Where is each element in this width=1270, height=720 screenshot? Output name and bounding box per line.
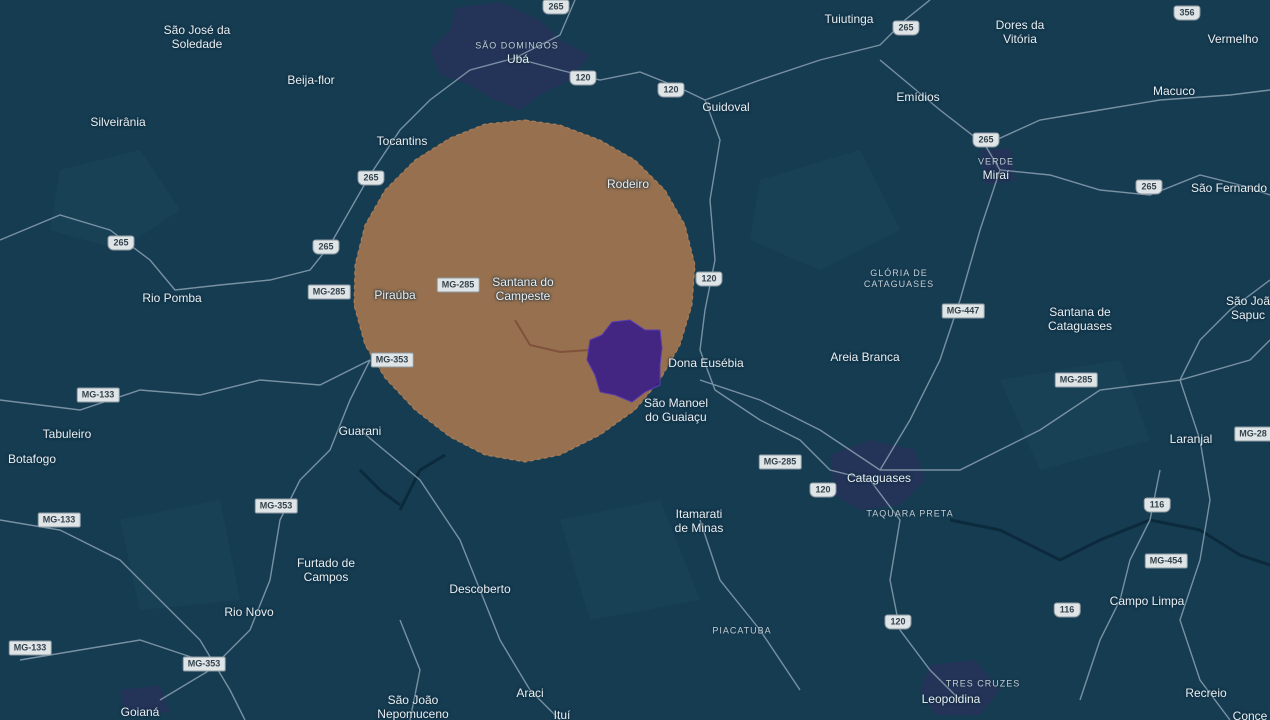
water-bodies [358, 453, 1270, 567]
place-label[interactable]: Rio Pomba [142, 291, 201, 305]
road-shield: 265 [542, 0, 570, 15]
road-shield: 116 [1053, 602, 1081, 618]
place-label[interactable]: Recreio [1185, 686, 1226, 700]
place-label[interactable]: Araci [516, 686, 543, 700]
district-label[interactable]: SÃO DOMINGOS [475, 41, 559, 52]
place-label[interactable]: São Joã Sapuc [1226, 294, 1270, 322]
place-label[interactable]: Rio Novo [224, 605, 273, 619]
road-shield: MG-285 [436, 277, 480, 293]
place-label[interactable]: Descoberto [449, 582, 510, 596]
place-label[interactable]: Ubá [507, 52, 529, 66]
place-label[interactable]: Santana de Cataguases [1048, 305, 1112, 333]
place-label[interactable]: Laranjal [1170, 432, 1213, 446]
road-shield: 265 [892, 20, 920, 36]
road-shield: MG-285 [307, 284, 351, 300]
district-label[interactable]: TRES CRUZES [946, 679, 1021, 690]
place-label[interactable]: Goianá [121, 705, 160, 719]
road-shield: 356 [1173, 5, 1201, 21]
place-label[interactable]: Cataguases [847, 471, 911, 485]
place-label[interactable]: Vermelho [1208, 32, 1259, 46]
place-label[interactable]: Santana do Campeste [492, 275, 553, 303]
place-label[interactable]: Silveirânia [90, 115, 145, 129]
road-shield: 116 [1143, 497, 1171, 513]
road-shield: MG-353 [254, 498, 298, 514]
place-label[interactable]: Macuco [1153, 84, 1195, 98]
place-label[interactable]: Tuiutinga [825, 12, 874, 26]
road-shield: 265 [1135, 179, 1163, 195]
road-shield: MG-353 [182, 656, 226, 672]
place-label[interactable]: Areia Branca [830, 350, 899, 364]
place-label[interactable]: Miraí [983, 168, 1010, 182]
place-label[interactable]: Tocantins [377, 134, 428, 148]
place-label[interactable]: Emídios [896, 90, 939, 104]
district-label[interactable]: GLÓRIA DE CATAGUASES [864, 268, 934, 290]
place-label[interactable]: Botafogo [8, 452, 56, 466]
place-label[interactable]: Itamarati de Minas [675, 507, 724, 535]
road-shield: MG-447 [941, 303, 985, 319]
road-shield: 265 [357, 170, 385, 186]
place-label[interactable]: Dores da Vitória [996, 18, 1045, 46]
road-shield: 120 [695, 271, 723, 287]
road-shield: 120 [657, 82, 685, 98]
road-shield: MG-133 [76, 387, 120, 403]
road-shield: MG-353 [370, 352, 414, 368]
place-label[interactable]: Guarani [339, 424, 382, 438]
place-label[interactable]: São João Nepomuceno [377, 693, 448, 720]
road-shield: MG-133 [37, 512, 81, 528]
road-shield: 120 [809, 482, 837, 498]
road-shield: 120 [569, 70, 597, 86]
place-label[interactable]: Conce [1233, 709, 1268, 720]
road-shield: MG-285 [758, 454, 802, 470]
place-label[interactable]: Tabuleiro [43, 427, 92, 441]
road-shield: MG-285 [1054, 372, 1098, 388]
place-label[interactable]: Rodeiro [607, 177, 649, 191]
road-shield: MG-133 [8, 640, 52, 656]
place-label[interactable]: Piraúba [374, 288, 415, 302]
place-label[interactable]: Guidoval [702, 100, 749, 114]
road-shield: MG-28 [1234, 426, 1270, 442]
road-shield: 265 [972, 132, 1000, 148]
district-label[interactable]: VERDE [978, 157, 1014, 168]
road-shield: 265 [312, 239, 340, 255]
map-canvas[interactable]: São José da Soledade Beija-flor Silveirânia… [0, 0, 1270, 720]
district-label[interactable]: TAQUARA PRETA [866, 509, 953, 520]
place-label[interactable]: São José da Soledade [164, 23, 231, 51]
road-shield: 265 [107, 235, 135, 251]
road-shield: MG-454 [1144, 553, 1188, 569]
place-label[interactable]: Campo Limpa [1110, 594, 1185, 608]
place-label[interactable]: Ituí [554, 708, 571, 720]
place-label[interactable]: Leopoldina [922, 692, 981, 706]
place-label[interactable]: São Manoel do Guaiaçu [644, 396, 708, 424]
place-label[interactable]: São Fernando [1191, 181, 1267, 195]
road-shield: 120 [884, 614, 912, 630]
place-label[interactable]: Furtado de Campos [297, 556, 355, 584]
place-label[interactable]: Dona Eusébia [668, 356, 743, 370]
place-label[interactable]: Beija-flor [287, 73, 334, 87]
district-label[interactable]: PIACATUBA [712, 626, 771, 637]
